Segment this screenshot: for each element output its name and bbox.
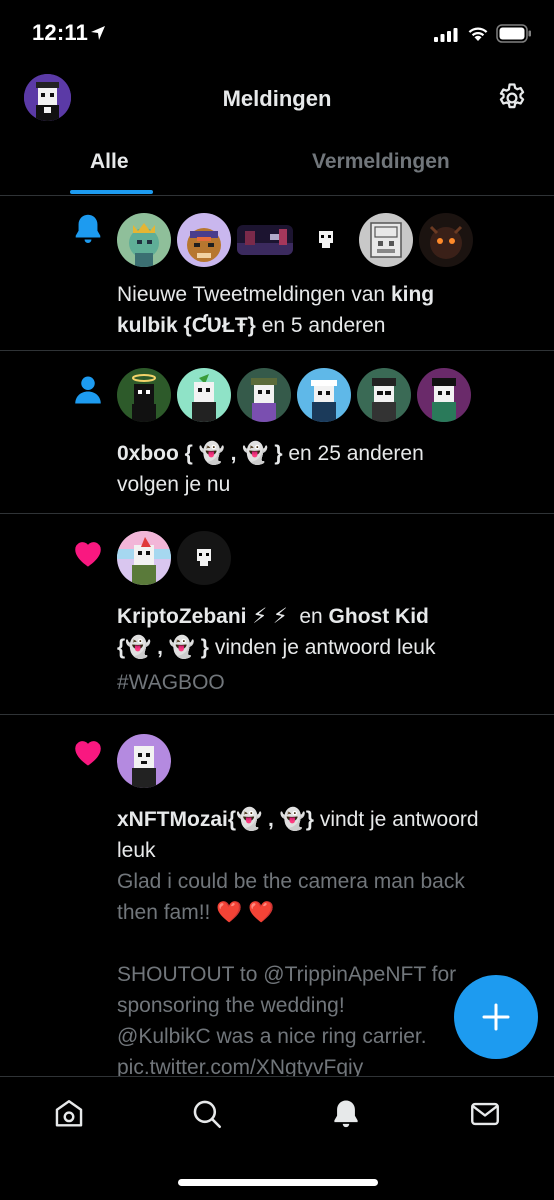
- wifi-icon: [468, 27, 488, 41]
- notification-item[interactable]: 0xboo { 👻 , 👻 } en 25 anderen volgen je …: [0, 352, 554, 514]
- notification-text-suffix: en 5 anderen: [255, 314, 386, 337]
- user-avatar[interactable]: [117, 734, 171, 788]
- notification-text-prefix: Nieuwe Tweetmeldingen van: [117, 283, 391, 306]
- user-name[interactable]: 0xboo { 👻 , 👻 }: [117, 442, 283, 465]
- user-name[interactable]: king: [391, 283, 434, 306]
- active-tab-indicator: [70, 190, 153, 194]
- user-avatar[interactable]: [419, 213, 473, 267]
- user-avatar[interactable]: [299, 213, 353, 267]
- tab-all[interactable]: Alle: [90, 150, 129, 174]
- settings-gear-icon[interactable]: [495, 81, 529, 115]
- user-avatar[interactable]: [417, 368, 471, 422]
- heart-icon: [75, 542, 101, 567]
- search-icon[interactable]: [190, 1097, 224, 1131]
- person-icon: [75, 376, 101, 404]
- user-avatar[interactable]: [359, 213, 413, 267]
- notification-text: 0xboo { 👻 , 👻 } en 25 anderen volgen je …: [117, 438, 526, 500]
- notification-text-line: volgen je nu: [117, 473, 231, 496]
- user-name[interactable]: Ghost Kid: [329, 605, 429, 628]
- plus-icon: [482, 1003, 510, 1031]
- avatar-row: [117, 213, 473, 267]
- notifications-icon[interactable]: [329, 1097, 363, 1131]
- banner-avatar[interactable]: [237, 225, 293, 255]
- notifications-screen: 12:11 Meldingen Alle Vermeldingen Nieuwe…: [0, 0, 554, 1200]
- status-bar: 12:11: [0, 0, 554, 66]
- status-time: 12:11: [32, 20, 89, 45]
- home-indicator: [178, 1179, 378, 1186]
- notification-item[interactable]: KriptoZebani ⚡ ⚡ en Ghost Kid {👻 , 👻 } v…: [0, 515, 554, 715]
- user-avatar[interactable]: [357, 368, 411, 422]
- notification-text: KriptoZebani ⚡ ⚡ en Ghost Kid {👻 , 👻 } v…: [117, 601, 526, 703]
- hashtag-link[interactable]: #WAGBOO: [117, 671, 225, 694]
- cellular-signal-icon: [434, 28, 458, 42]
- bell-icon: [75, 214, 101, 243]
- notification-tabs: Alle Vermeldingen: [0, 134, 554, 196]
- location-arrow-icon: [91, 26, 105, 40]
- tweet-body[interactable]: Glad i could be the camera man back then…: [117, 866, 514, 1083]
- avatar-row: [117, 368, 471, 422]
- tab-mentions[interactable]: Vermeldingen: [312, 150, 450, 174]
- user-name[interactable]: xNFTMozai{👻 , 👻}: [117, 808, 314, 831]
- user-avatar[interactable]: [117, 213, 171, 267]
- home-icon[interactable]: [52, 1097, 86, 1131]
- user-avatar[interactable]: [297, 368, 351, 422]
- notification-text: xNFTMozai{👻 , 👻} vindt je antwoord leuk: [117, 804, 526, 866]
- notification-text-suffix: vinden je antwoord leuk: [208, 636, 436, 659]
- notification-text-suffix: vindt je antwoord: [313, 808, 479, 831]
- user-avatar[interactable]: [237, 368, 291, 422]
- heart-icon: [75, 741, 101, 766]
- user-name[interactable]: KriptoZebani ⚡ ⚡: [117, 605, 288, 628]
- notification-item[interactable]: Nieuwe Tweetmeldingen van king kulbik {Ƈ…: [0, 197, 554, 351]
- notification-text-line: leuk: [117, 839, 156, 862]
- avatar-row: [117, 734, 171, 788]
- user-avatar[interactable]: [117, 531, 171, 585]
- header: Meldingen: [0, 66, 554, 130]
- notification-text-suffix: en 25 anderen: [282, 442, 424, 465]
- user-name-continued: {👻 , 👻 }: [117, 636, 209, 659]
- avatar-row: [117, 531, 231, 585]
- page-title: Meldingen: [222, 86, 332, 111]
- compose-tweet-button[interactable]: [454, 975, 538, 1059]
- user-avatar[interactable]: [177, 213, 231, 267]
- user-name[interactable]: kulbik {ƇƲŁŦ}: [117, 314, 256, 337]
- notification-text: Nieuwe Tweetmeldingen van king kulbik {Ƈ…: [117, 279, 526, 341]
- messages-icon[interactable]: [468, 1097, 502, 1131]
- battery-icon: [496, 24, 531, 43]
- user-avatar[interactable]: [177, 531, 231, 585]
- notification-text-conjunction: en: [287, 605, 329, 628]
- user-avatar[interactable]: [177, 368, 231, 422]
- user-avatar[interactable]: [117, 368, 171, 422]
